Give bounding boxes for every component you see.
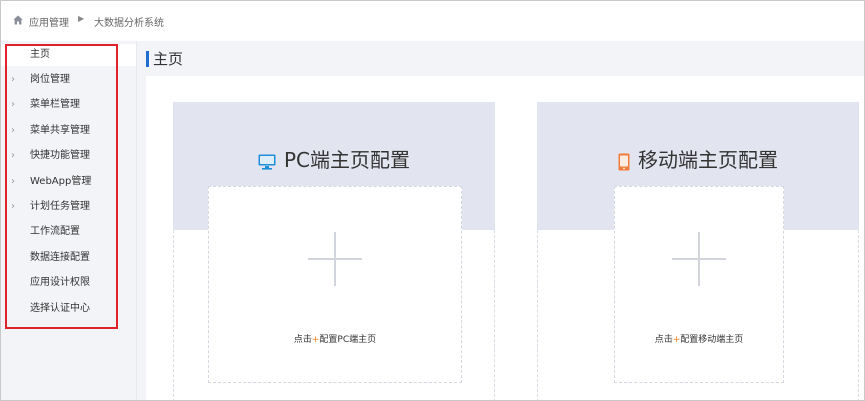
card-title-text: 移动端主页配置 <box>638 148 778 172</box>
chevron-right-icon: › <box>11 201 15 212</box>
sidebar-item-label: WebApp管理 <box>30 176 92 187</box>
sidebar-item-menu-share-management[interactable]: › 菜单共享管理 <box>1 120 136 142</box>
sidebar-item-shortcut-management[interactable]: › 快捷功能管理 <box>1 145 136 167</box>
card-title: 移动端主页配置 <box>537 147 859 173</box>
plus-icon <box>308 232 362 286</box>
plus-icon <box>672 232 726 286</box>
chevron-right-icon: › <box>11 125 15 136</box>
chevron-right-icon: › <box>11 176 15 187</box>
pc-home-config-card: PC端主页配置 点击+配置PC端主页 <box>173 102 495 400</box>
sidebar-item-label: 选择认证中心 <box>30 303 90 314</box>
chevron-right-icon: › <box>11 150 15 161</box>
sidebar: 主页 › 岗位管理 › 菜单栏管理 › 菜单共享管理 › 快捷功能管理 › We… <box>1 41 137 400</box>
sidebar-item-data-connection-config[interactable]: 数据连接配置 <box>1 247 136 269</box>
app-window: 应用管理 ▶ 大数据分析系统 主页 › 岗位管理 › 菜单栏管理 › 菜单共享管… <box>0 0 865 401</box>
monitor-icon <box>258 154 276 170</box>
add-pc-home-label: 点击+配置PC端主页 <box>293 335 377 345</box>
card-title-text: PC端主页配置 <box>283 148 411 172</box>
mobile-icon <box>618 153 630 170</box>
page-title: 主页 <box>153 50 184 68</box>
breadcrumb-current: 大数据分析系统 <box>94 18 164 29</box>
breadcrumb-separator-icon: ▶ <box>78 14 85 23</box>
add-mobile-home-label: 点击+配置移动端主页 <box>654 335 744 345</box>
title-accent-bar <box>146 51 149 67</box>
sidebar-item-label: 应用设计权限 <box>30 277 90 288</box>
sidebar-item-menu-bar-management[interactable]: › 菜单栏管理 <box>1 94 136 116</box>
breadcrumb-app-management[interactable]: 应用管理 <box>29 14 69 29</box>
sidebar-item-label: 工作流配置 <box>30 226 80 237</box>
sidebar-item-label: 菜单栏管理 <box>30 99 80 110</box>
sidebar-item-webapp-management[interactable]: › WebApp管理 <box>1 171 136 193</box>
sidebar-item-app-design-permission[interactable]: 应用设计权限 <box>1 272 136 294</box>
add-mobile-home-button[interactable]: 点击+配置移动端主页 <box>614 186 784 383</box>
main-content: 主页 PC端主页配置 点击+配置PC端主页 移动端主页配置 点击+配置移动端主页 <box>137 41 864 400</box>
home-icon[interactable] <box>13 15 23 25</box>
chevron-right-icon: › <box>11 99 15 110</box>
card-title: PC端主页配置 <box>173 147 495 173</box>
sidebar-item-scheduled-task-management[interactable]: › 计划任务管理 <box>1 196 136 218</box>
sidebar-item-home[interactable]: 主页 <box>1 44 136 66</box>
sidebar-item-label: 数据连接配置 <box>30 252 90 263</box>
chevron-right-icon: › <box>11 74 15 85</box>
breadcrumb: 应用管理 ▶ 大数据分析系统 <box>1 1 864 39</box>
sidebar-item-label: 主页 <box>30 49 50 60</box>
sidebar-item-position-management[interactable]: › 岗位管理 <box>1 69 136 91</box>
sidebar-item-workflow-config[interactable]: 工作流配置 <box>1 221 136 243</box>
sidebar-item-auth-center[interactable]: 选择认证中心 <box>1 298 136 320</box>
sidebar-item-label: 快捷功能管理 <box>30 150 90 161</box>
sidebar-item-label: 菜单共享管理 <box>30 125 90 136</box>
sidebar-item-label: 岗位管理 <box>30 74 70 85</box>
add-pc-home-button[interactable]: 点击+配置PC端主页 <box>208 186 462 383</box>
sidebar-item-label: 计划任务管理 <box>30 201 90 212</box>
mobile-home-config-card: 移动端主页配置 点击+配置移动端主页 <box>537 102 859 400</box>
